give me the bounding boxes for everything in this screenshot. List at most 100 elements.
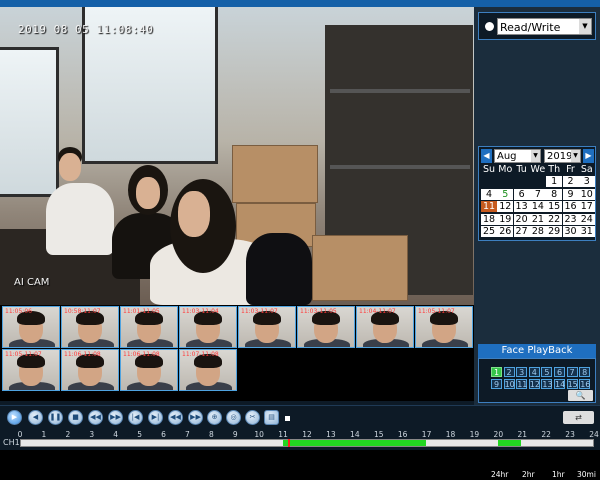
timeline-hour-label: 23 (565, 430, 575, 439)
face-thumbnail[interactable]: 11:05:06 (2, 306, 60, 348)
calendar-day[interactable]: 13 (513, 201, 530, 212)
calendar-day[interactable]: 22 (546, 213, 563, 225)
timeline-hour-label: 3 (89, 430, 95, 439)
face-thumbnail[interactable]: 11:07-11:08 (179, 349, 237, 391)
calendar-day[interactable]: 19 (497, 213, 514, 225)
channel-button[interactable]: 11 (516, 379, 527, 389)
month-select[interactable]: Aug ▼ (494, 149, 541, 163)
thumbnail-time-label: 11:01-11:05 (123, 308, 160, 315)
camera-view[interactable]: 2019 08 05 11:08:40 AI CAM (0, 7, 474, 305)
channel-button[interactable]: 4 (528, 367, 540, 377)
calendar-day[interactable]: 31 (578, 226, 595, 237)
calendar-day[interactable]: 3 (578, 176, 595, 187)
channel-button[interactable]: 1 (491, 367, 502, 377)
zoom-1hr-button[interactable]: 1hr (552, 470, 565, 479)
next-file-icon[interactable]: ▶▶ (188, 410, 203, 425)
zoom-24hr-button[interactable]: 24hr (491, 470, 508, 479)
calendar-day[interactable]: 21 (529, 213, 546, 225)
calendar-day[interactable]: 6 (513, 188, 530, 200)
calendar-day[interactable]: 8 (546, 188, 563, 200)
channel-button[interactable]: 13 (541, 379, 553, 389)
calendar-day[interactable]: 5 (497, 188, 514, 200)
timeline-hour-label: 5 (137, 430, 142, 439)
calendar-day[interactable]: 10 (578, 188, 595, 200)
face-thumbnail[interactable]: 11:05-11:07 (415, 306, 473, 348)
channel-button[interactable]: 15 (566, 379, 578, 389)
backup-icon[interactable]: ▤ (264, 410, 279, 425)
search-icon: 🔍 (575, 391, 586, 400)
calendar-day[interactable]: 27 (513, 226, 530, 237)
channel-button[interactable]: 10 (503, 379, 515, 389)
timeline-cursor[interactable] (287, 439, 290, 447)
calendar-day[interactable]: 30 (562, 226, 579, 237)
face-thumbnail[interactable]: 11:01-11:05 (120, 306, 178, 348)
channel-button[interactable]: 9 (491, 379, 502, 389)
channel-button[interactable]: 16 (579, 379, 590, 389)
channel-button[interactable]: 5 (541, 367, 553, 377)
next-month-button[interactable]: ▶ (583, 149, 594, 163)
calendar-day[interactable]: 24 (578, 213, 595, 225)
channel-button[interactable]: 3 (516, 367, 528, 377)
calendar-day[interactable]: 15 (546, 201, 563, 212)
channel-button[interactable]: 12 (528, 379, 540, 389)
face-thumbnail[interactable]: 11:03-11:07 (238, 306, 296, 348)
face-thumbnail[interactable]: 11:04-11:07 (356, 306, 414, 348)
stop-icon[interactable]: ■ (68, 410, 83, 425)
mode-select[interactable]: Read/Write ▼ (497, 18, 592, 35)
snapshot-icon[interactable]: ◎ (226, 410, 241, 425)
calendar-day[interactable]: 25 (481, 226, 497, 237)
fast-forward-icon[interactable]: ▶▶ (108, 410, 123, 425)
thumbnail-time-label: 11:05-11:07 (5, 351, 42, 358)
calendar-day[interactable]: 28 (529, 226, 546, 237)
face-thumbnail[interactable]: 11:03-11:05 (297, 306, 355, 348)
channel-button[interactable]: 6 (554, 367, 565, 377)
year-select[interactable]: 2019 ▼ (544, 149, 581, 163)
channel-button[interactable]: 7 (566, 367, 578, 377)
timeline-hour-label: 13 (326, 430, 336, 439)
previous-file-icon[interactable]: ◀◀ (168, 410, 183, 425)
channel-button[interactable]: 14 (554, 379, 565, 389)
pause-icon[interactable]: ❚❚ (48, 410, 63, 425)
calendar-day[interactable]: 9 (562, 188, 579, 200)
calendar-day[interactable]: 26 (497, 226, 514, 237)
timeline-track[interactable] (20, 439, 594, 447)
reverse-play-icon[interactable]: ◀ (28, 410, 43, 425)
channel-button[interactable]: 8 (579, 367, 591, 377)
calendar-day[interactable]: 12 (497, 201, 514, 212)
zoom-30mi-button[interactable]: 30mi (577, 470, 596, 479)
prev-month-button[interactable]: ◀ (481, 149, 492, 163)
calendar-day[interactable]: 20 (513, 213, 530, 225)
calendar-day[interactable]: 17 (578, 201, 595, 212)
face-thumbnail[interactable]: 11:05-11:07 (2, 349, 60, 391)
calendar-weekday: Sa (580, 164, 593, 175)
clip-icon[interactable]: ✂ (245, 410, 260, 425)
rewind-icon[interactable]: ◀◀ (88, 410, 103, 425)
window-left (0, 47, 59, 197)
search-button[interactable]: 🔍 (568, 390, 593, 401)
face-thumbnail[interactable]: 11:03-11:04 (179, 306, 237, 348)
calendar-day[interactable]: 4 (481, 188, 497, 200)
play-icon[interactable]: ▶ (7, 410, 22, 425)
zoom-icon[interactable]: ⊕ (207, 410, 222, 425)
calendar-day[interactable]: 2 (562, 176, 579, 187)
calendar-day[interactable]: 29 (546, 226, 563, 237)
face-thumbnail[interactable]: 11:06-11:08 (61, 349, 119, 391)
step-forward-icon[interactable]: ▶| (148, 410, 163, 425)
refresh-icon[interactable]: ⇄ (563, 411, 594, 424)
channel-button[interactable]: 2 (503, 367, 515, 377)
mode-radio[interactable] (485, 22, 494, 31)
calendar-day[interactable]: 1 (546, 176, 563, 187)
calendar-day[interactable]: 18 (481, 213, 497, 225)
calendar-day[interactable]: 7 (529, 188, 546, 200)
step-back-icon[interactable]: |◀ (128, 410, 143, 425)
top-strip (0, 0, 600, 7)
face-thumbnail[interactable]: 11:06-11:08 (120, 349, 178, 391)
calendar-day[interactable]: 23 (562, 213, 579, 225)
timeline-recording-segment (283, 440, 427, 446)
calendar-day[interactable]: 16 (562, 201, 579, 212)
zoom-2hr-button[interactable]: 2hr (522, 470, 535, 479)
face-thumbnail[interactable]: 10:58:11:07 (61, 306, 119, 348)
office-chair (246, 233, 312, 305)
calendar-day[interactable]: 11 (481, 201, 497, 212)
calendar-day[interactable]: 14 (529, 201, 546, 212)
